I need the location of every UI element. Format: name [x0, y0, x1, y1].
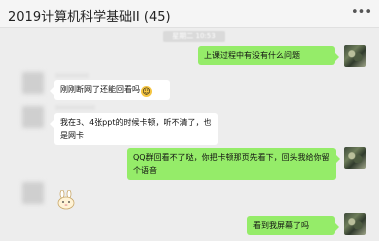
time-divider: 星期二 10:53: [163, 31, 225, 42]
more-dots-icon[interactable]: •••: [351, 5, 372, 20]
message-text: 我在3、4张ppt的时候卡顿，听不清了，也是网卡: [60, 118, 212, 140]
self-avatar[interactable]: [344, 45, 366, 67]
message-bubble-self[interactable]: 上课过程中有没有什么问题: [198, 46, 339, 65]
sweat-smile-emoji-icon: ☺: [141, 86, 152, 97]
message-text: QQ群回看不了哒，你把卡顿那页先看下，回头我给你留个语音: [133, 153, 330, 175]
member-avatar[interactable]: [22, 72, 44, 94]
message-bubble-self[interactable]: 看到我屏幕了吗: [247, 216, 339, 235]
message-text: 看到我屏幕了吗: [253, 221, 309, 230]
message-bubble-self[interactable]: QQ群回看不了哒，你把卡顿那页先看下，回头我给你留个语音: [127, 148, 340, 180]
message-text: 上课过程中有没有什么问题: [204, 51, 300, 60]
bunny-sticker-icon[interactable]: [55, 189, 77, 210]
message-text: 刚刚断网了还能回看吗: [60, 85, 140, 94]
chat-header: 2019计算机科学基础II (45) •••: [0, 0, 379, 28]
chat-title: 2019计算机科学基础II (45): [8, 10, 171, 25]
member-avatar[interactable]: [22, 182, 44, 204]
member-name-blurred: [55, 73, 89, 78]
message-bubble-member[interactable]: 我在3、4张ppt的时候卡顿，听不清了，也是网卡: [50, 113, 218, 145]
member-avatar[interactable]: [22, 106, 44, 128]
self-avatar[interactable]: [344, 147, 366, 169]
self-avatar[interactable]: [344, 213, 366, 235]
member-name-blurred: [55, 105, 95, 110]
message-bubble-member[interactable]: 刚刚断网了还能回看吗 ☺: [50, 80, 170, 100]
